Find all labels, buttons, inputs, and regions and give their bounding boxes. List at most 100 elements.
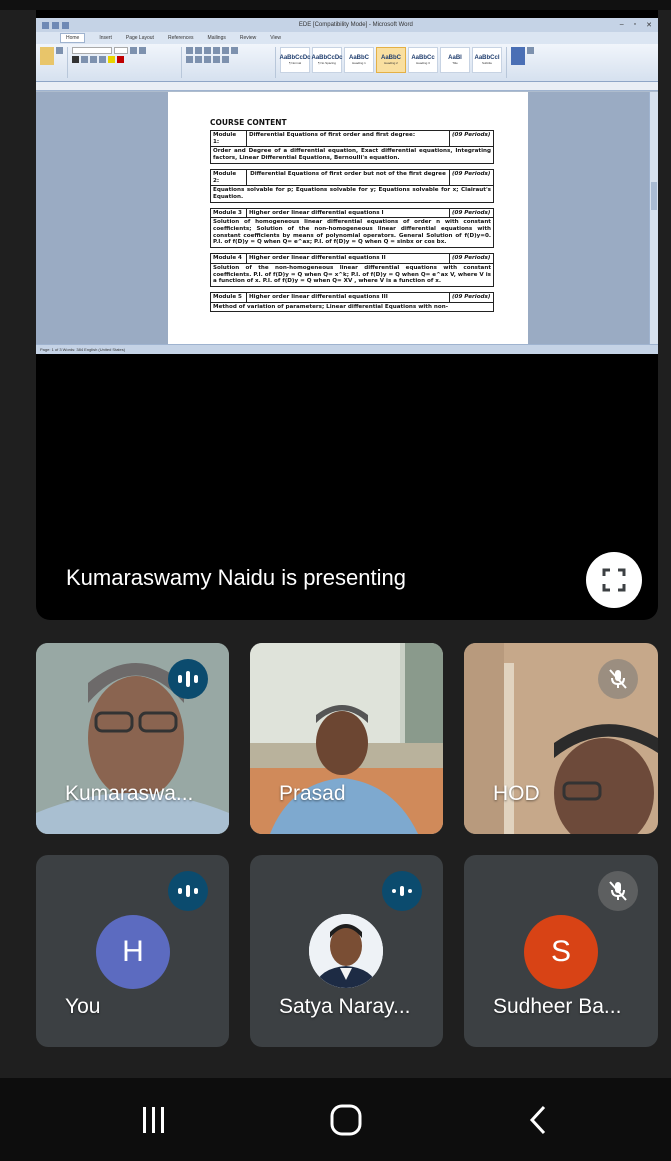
recents-button[interactable] — [124, 1098, 184, 1142]
audio-level-icon — [178, 885, 198, 897]
module-row: Module 5 Higher order linear differentia… — [210, 291, 494, 303]
home-icon — [330, 1104, 362, 1136]
recents-icon — [143, 1107, 164, 1133]
module-desc-row: Method of variation of parameters; Linea… — [210, 301, 494, 313]
presentation-tile[interactable]: EDE [Compatibility Mode] - Microsoft Wor… — [36, 10, 658, 620]
module-periods: (09 Periods) — [449, 129, 494, 148]
ribbon-tab: Review — [239, 35, 257, 41]
style-heading-1: AaBbC Heading 1 — [344, 47, 374, 73]
module-row: Module 1: Differential Equations of firs… — [210, 129, 494, 148]
module-label: Module 4 — [210, 253, 247, 264]
document-page: COURSE CONTENT Module 1: Differential Eq… — [168, 92, 528, 344]
speaking-indicator — [168, 871, 208, 911]
style-heading-3: AaBbCc Heading 3 — [408, 47, 438, 73]
participant-tile[interactable]: HOD — [464, 643, 658, 834]
paste-icon — [40, 47, 54, 65]
module-row: Module 4 Higher order linear differentia… — [210, 253, 494, 264]
style-normal: AaBbCcDc ¶ Normal — [280, 47, 311, 73]
participant-name: Kumaraswa... — [65, 782, 194, 805]
module-periods: (09 Periods) — [449, 207, 494, 219]
paragraph-group — [186, 47, 276, 78]
font-group — [72, 47, 182, 78]
ribbon-tabs: Home Insert Page Layout References Maili… — [36, 32, 658, 44]
module-description: Solution of homogeneous linear different… — [210, 217, 494, 249]
back-button[interactable] — [508, 1098, 568, 1142]
module-label: Module 2: — [210, 168, 247, 187]
module-title: Higher order linear differential equatio… — [246, 253, 450, 264]
window-controls: – ▫ ✕ — [619, 21, 652, 29]
back-icon — [529, 1105, 546, 1135]
presenter-label: Kumaraswamy Naidu is presenting — [66, 565, 406, 590]
ribbon-tab: References — [167, 35, 194, 41]
style-heading-2: AaBbC Heading 2 — [376, 47, 406, 73]
ribbon-tab: View — [270, 35, 282, 41]
avatar: H — [96, 915, 170, 989]
shared-word-window: EDE [Compatibility Mode] - Microsoft Wor… — [36, 18, 658, 354]
meet-screen: EDE [Compatibility Mode] - Microsoft Wor… — [0, 0, 671, 1161]
style-no-spacing: AaBbCcDc ¶ No Spacing — [312, 47, 343, 73]
module-periods: (09 Periods) — [449, 168, 494, 187]
avatar: S — [524, 915, 598, 989]
fullscreen-icon — [602, 568, 626, 592]
module-label: Module 1: — [210, 129, 247, 148]
participant-tile[interactable]: Prasad — [250, 643, 443, 834]
module-periods: (09 Periods) — [449, 253, 494, 264]
doc-heading: COURSE CONTENT — [210, 118, 287, 127]
styles-group: AaBbCcDc ¶ Normal AaBbCcDc ¶ No Spacing Aa… — [280, 47, 507, 78]
audio-level-icon — [392, 886, 412, 896]
ribbon-tab: Home — [60, 33, 86, 43]
editing-group — [511, 47, 538, 78]
module-desc-row: Solution of homogeneous linear different… — [210, 217, 494, 249]
vertical-scrollbar — [649, 92, 658, 344]
document-area: COURSE CONTENT Module 1: Differential Eq… — [36, 92, 658, 344]
mic-off-icon — [609, 669, 627, 689]
module-title: Higher order linear differential equatio… — [246, 291, 450, 303]
participant-tile[interactable]: Kumaraswa... — [36, 643, 229, 834]
ribbon-tab: Page Layout — [125, 35, 154, 41]
module-description: Method of variation of parameters; Linea… — [210, 301, 494, 313]
module-description: Order and Degree of a differential equat… — [210, 146, 494, 164]
participant-name: Prasad — [279, 782, 346, 805]
participant-tile[interactable]: H You — [36, 855, 229, 1047]
clipboard-group — [40, 47, 68, 78]
module-label: Module 3 — [210, 207, 247, 219]
fullscreen-button[interactable] — [586, 552, 642, 608]
module-periods: (09 Periods) — [449, 291, 494, 303]
module-row: Module 2: Differential Equations of firs… — [210, 168, 494, 187]
speaking-indicator — [382, 871, 422, 911]
muted-indicator — [598, 659, 638, 699]
word-status-bar: Page: 1 of 3 Words: 384 English (United … — [36, 344, 658, 354]
speaking-indicator — [168, 659, 208, 699]
module-desc-row: Solution of the non-homogeneous linear d… — [210, 262, 494, 287]
ribbon-body: AaBbCcDc ¶ Normal AaBbCcDc ¶ No Spacing Aa… — [36, 44, 658, 82]
ribbon-tab: Insert — [99, 35, 112, 41]
word-status-text: Page: 1 of 3 Words: 384 English (United … — [40, 347, 126, 352]
quick-access-toolbar — [42, 21, 92, 29]
module-row: Module 3 Higher order linear differentia… — [210, 207, 494, 219]
module-desc-row: Equations solvable for p; Equations solv… — [210, 185, 494, 203]
change-styles-icon — [511, 47, 525, 65]
profile-photo — [309, 914, 383, 988]
style-subtitle: AaBbCcI Subtitle — [472, 47, 502, 73]
module-description: Solution of the non-homogeneous linear d… — [210, 262, 494, 287]
course-table: Module 1: Differential Equations of firs… — [210, 129, 494, 313]
ribbon-tab: Mailings — [207, 35, 226, 41]
status-bar-edge — [0, 0, 671, 10]
mic-off-icon — [609, 881, 627, 901]
participant-tile[interactable]: Satya Naray... — [250, 855, 443, 1047]
system-nav-bar — [0, 1078, 671, 1161]
participant-name: You — [65, 995, 101, 1018]
module-label: Module 5 — [210, 291, 247, 303]
word-title-bar: EDE [Compatibility Mode] - Microsoft Wor… — [36, 18, 658, 32]
module-title: Differential Equations of first order bu… — [246, 168, 450, 187]
word-window-title: EDE [Compatibility Mode] - Microsoft Wor… — [298, 22, 413, 28]
style-title: AaBI Title — [440, 47, 470, 73]
ruler — [36, 82, 658, 91]
participant-name: Sudheer Ba... — [493, 995, 622, 1018]
participant-name: Satya Naray... — [279, 995, 411, 1018]
participant-tile[interactable]: S Sudheer Ba... — [464, 855, 658, 1047]
module-title: Higher order linear differential equatio… — [246, 207, 450, 219]
muted-indicator — [598, 871, 638, 911]
home-button[interactable] — [316, 1098, 376, 1142]
participant-name: HOD — [493, 782, 540, 805]
